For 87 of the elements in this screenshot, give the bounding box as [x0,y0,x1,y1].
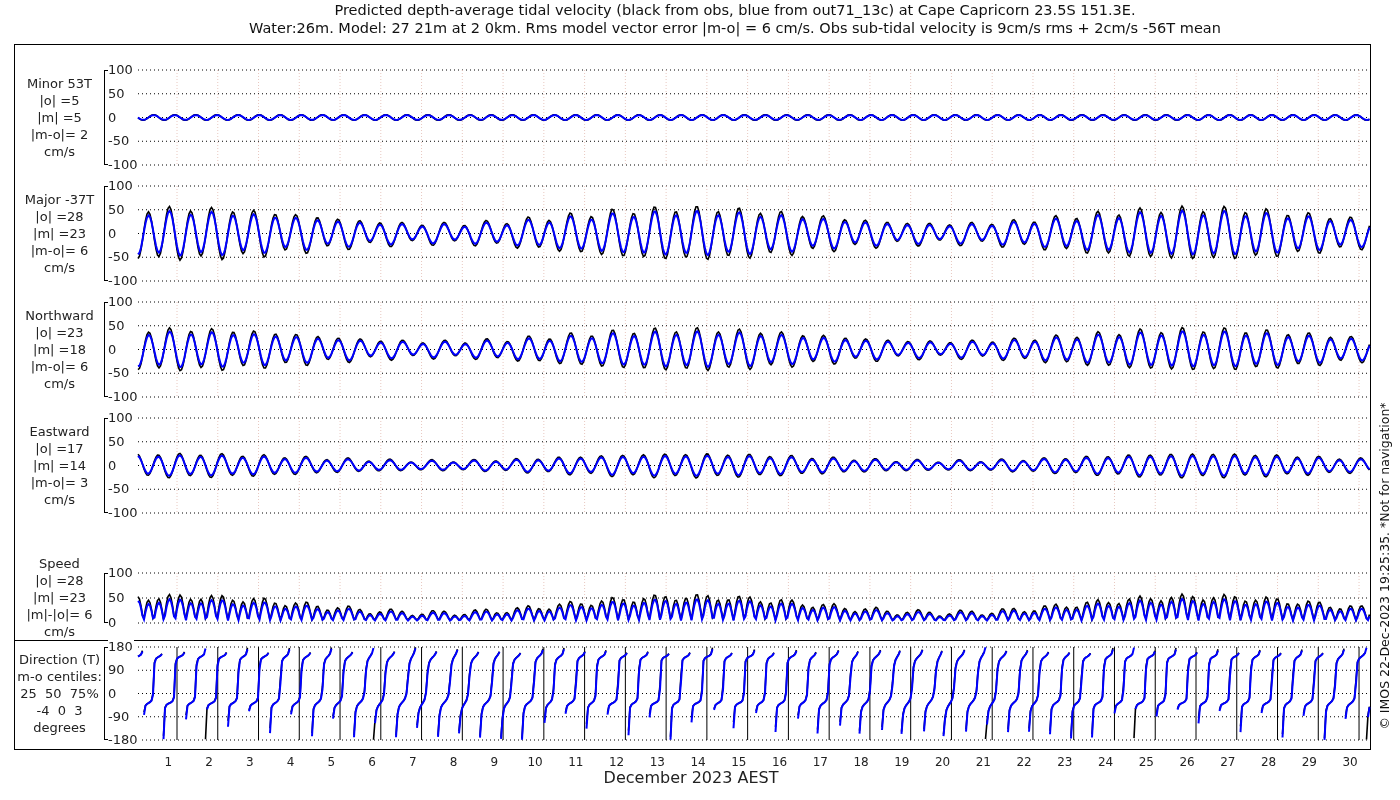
y-tick-label: 100 [108,411,134,425]
panel-label: |o| =28 [35,572,84,589]
x-tick-label: 18 [853,755,869,769]
y-tick-label: 100 [108,565,134,580]
x-tick-label: 24 [1098,755,1114,769]
x-tick-label: 21 [975,755,991,769]
y-tick-label: -100 [108,158,139,172]
x-tick-label: 20 [935,755,951,769]
y-tick-label: 0 [108,458,118,473]
x-tick-label: 8 [449,755,458,769]
x-tick-label: 7 [409,755,417,769]
x-tick-label: 26 [1179,755,1195,769]
y-tick-label: 50 [108,590,126,605]
chart-title: Predicted depth-average tidal velocity (black from obs, blue from out71_13c) at Cape Capricorn 23.5S 151.3E. [334,1,1136,19]
x-tick-label: 12 [609,755,625,769]
y-tick-label: 50 [108,318,126,333]
x-tick-label: 10 [527,755,543,769]
x-tick-label: 2 [205,755,213,769]
y-tick-label: 100 [108,63,134,77]
x-tick-label: 9 [490,755,499,769]
y-tick-label: -100 [108,506,139,520]
y-tick-label: -90 [108,709,131,724]
x-tick-label: 4 [286,755,295,769]
panel-label: |m| =23 [33,589,86,606]
panel-label: cm/s [44,375,75,392]
x-tick-label: 25 [1138,755,1154,769]
credit-note: © IMOS 22-Dec-2023 19:25:35. *Not for navigation* [1378,402,1392,730]
x-tick-label: 19 [894,755,910,769]
panel-label: cm/s [44,623,75,640]
panel-label: degrees [33,719,86,736]
y-tick-label: 100 [108,295,134,309]
panel-label: cm/s [44,259,75,276]
x-tick-label: 16 [772,755,788,769]
panel-label: |o| =23 [35,324,84,341]
x-tick-label: 22 [1016,755,1032,769]
panel-label: -4 0 3 [36,702,83,719]
panel-label: |o| =5 [39,92,80,109]
chart-title: Water:26m. Model: 27 21m at 2 0km. Rms model vector error |m-o| = 6 cm/s. Obs sub-tidal velocity is 9cm/s rms + 2cm/s -56T mean [249,19,1221,37]
panel-label: 25 50 75% [20,685,99,702]
panel-label: cm/s [44,143,75,160]
x-tick-label: 17 [812,755,828,769]
panel-label: |m| =18 [33,341,86,358]
x-axis-title: December 2023 AEST [603,769,779,787]
panel-label: |m| =5 [37,109,82,126]
panel-label: Eastward [29,423,90,440]
panel-label: Minor 53T [27,75,92,92]
panel-label: |m| =23 [33,225,86,242]
y-tick-label: -100 [108,390,139,404]
panel-label: |o| =28 [35,208,84,225]
panel-label: m-o centiles: [17,668,102,685]
y-tick-label: -180 [108,733,139,747]
x-tick-label: 15 [731,755,747,769]
x-tick-label: 13 [649,755,665,769]
y-tick-label: 100 [108,179,134,193]
x-tick-label: 14 [690,755,706,769]
x-tick-label: 11 [568,755,584,769]
y-tick-label: -100 [108,274,139,288]
y-tick-label: 180 [108,640,134,654]
y-tick-label: 0 [108,615,118,630]
y-tick-label: 0 [108,226,118,241]
x-tick-label: 6 [368,755,376,769]
x-tick-label: 23 [1057,755,1073,769]
panel-label: Northward [25,307,94,324]
x-tick-label: 30 [1342,755,1358,769]
y-tick-label: 0 [108,110,118,125]
panel-label: cm/s [44,491,75,508]
panel-label: Direction (T) [19,651,100,668]
y-tick-label: 50 [108,434,126,449]
panel-label: |m-o|= 6 [30,358,89,375]
y-tick-label: 50 [108,86,126,101]
x-tick-label: 27 [1220,755,1236,769]
panel-label: |o| =17 [35,440,84,457]
x-tick-label: 28 [1261,755,1277,769]
x-tick-label: 5 [327,755,336,769]
panel-label: |m-o|= 3 [30,474,89,491]
panel-label: |m-o|= 6 [30,242,89,259]
x-tick-label: 1 [164,755,173,769]
y-tick-label: 0 [108,342,118,357]
x-tick-label: 3 [246,755,254,769]
panel-label: Speed [39,555,80,572]
panel-label: |m-o|= 2 [30,126,89,143]
y-tick-label: 50 [108,202,126,217]
y-tick-label: 0 [108,686,118,701]
panel-label: |m| =14 [33,457,86,474]
panel-label: Major -37T [24,191,95,208]
x-tick-label: 29 [1301,755,1317,769]
panel-label: |m|-|o|= 6 [26,606,93,623]
